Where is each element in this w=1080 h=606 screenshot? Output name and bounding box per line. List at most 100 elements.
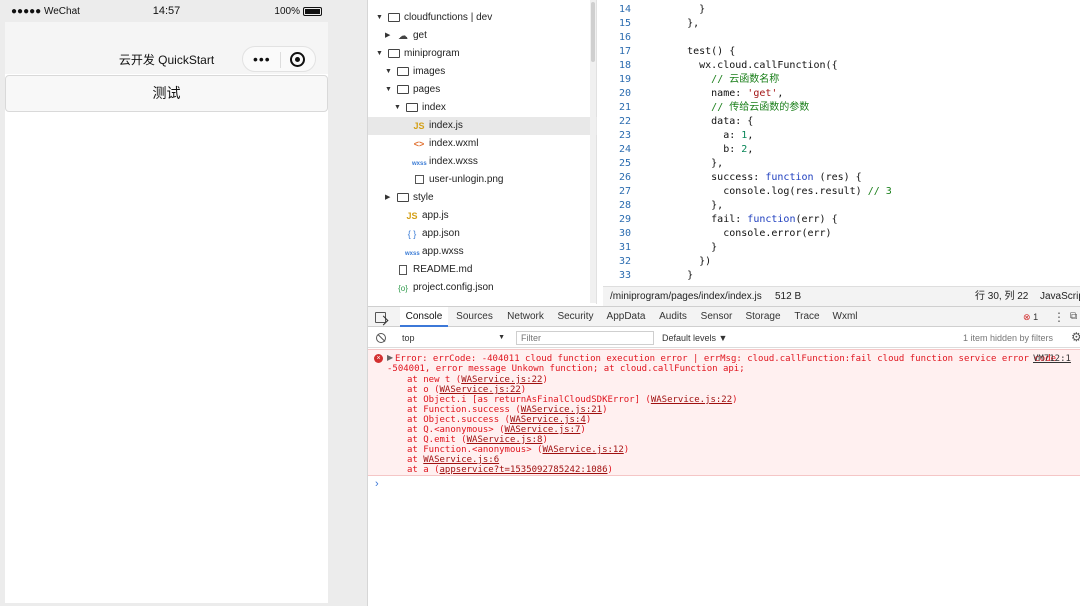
stack-frame-link[interactable]: WAService.js:21 (521, 405, 602, 415)
code-text: test() { (663, 45, 735, 59)
file-tree-item[interactable]: ▼ cloudfunctions | dev (368, 9, 597, 27)
inspect-element-icon[interactable] (375, 312, 386, 323)
file-tree-item[interactable]: ▶ style (368, 189, 597, 207)
code-text: a: 1, (663, 129, 753, 143)
cursor-position[interactable]: 行 30, 列 22 (975, 287, 1028, 306)
chevron-down-icon[interactable]: ▼ (394, 99, 402, 117)
test-button[interactable]: 测试 (5, 75, 328, 112)
tab-sensor[interactable]: Sensor (695, 307, 738, 327)
code-line[interactable]: 25 }, (603, 157, 1080, 171)
filter-input[interactable] (516, 331, 654, 345)
file-tree-item[interactable]: JS index.js (368, 117, 597, 135)
chevron-right-icon[interactable]: ▶ (385, 189, 393, 207)
folder-icon (396, 81, 410, 100)
error-source-link[interactable]: VM712:1 (1033, 354, 1071, 364)
code-line[interactable]: 31 } (603, 241, 1080, 255)
file-tree-item[interactable]: JS app.js (368, 207, 597, 225)
code-line[interactable]: 26 success: function (res) { (603, 171, 1080, 185)
stack-frame-link[interactable]: WAService.js:22 (651, 395, 732, 405)
gear-icon[interactable]: ⚙ (1071, 330, 1080, 344)
file-tree-item[interactable]: ▼ pages (368, 81, 597, 99)
kebab-menu-icon[interactable]: ⋮ (1053, 307, 1065, 327)
stack-frame-link[interactable]: WAService.js:4 (510, 415, 586, 425)
file-tree-item[interactable]: {o} project.config.json (368, 279, 597, 297)
stack-frame-link[interactable]: WAService.js:8 (467, 435, 543, 445)
tab-audits[interactable]: Audits (653, 307, 693, 327)
file-tree-item[interactable]: ▼ images (368, 63, 597, 81)
line-number: 33 (618, 270, 631, 281)
tab-security[interactable]: Security (552, 307, 599, 327)
code-line[interactable]: 21 // 传给云函数的参数 (603, 101, 1080, 115)
file-tree-item-label: index (422, 102, 446, 113)
dock-icon[interactable]: ⧉ (1070, 307, 1077, 327)
tab-storage[interactable]: Storage (740, 307, 786, 327)
tab-console[interactable]: Console (400, 307, 448, 327)
code-line[interactable]: 15 }, (603, 17, 1080, 31)
chevron-down-icon[interactable]: ▼ (376, 45, 384, 63)
file-tree-item[interactable]: wxss index.wxss (368, 153, 597, 171)
tab-appdata[interactable]: AppData (601, 307, 651, 327)
code-line[interactable]: 22 data: { (603, 115, 1080, 129)
file-tree-item[interactable]: wxss app.wxss (368, 243, 597, 261)
file-tree-item[interactable]: ▼ index (368, 99, 597, 117)
code-line[interactable]: 23 a: 1, (603, 129, 1080, 143)
file-tree-item[interactable]: user-unlogin.png (368, 171, 597, 189)
stack-frame: at a (appservice?t=1535092785242:1086) (407, 465, 613, 475)
code-line[interactable]: 16 (603, 31, 1080, 45)
file-tree-item[interactable]: { } app.json (368, 225, 597, 243)
stack-frame: at o (WAService.js:22) (407, 385, 526, 395)
tree-scrollbar-thumb[interactable] (591, 2, 595, 62)
chevron-down-icon[interactable]: ▼ (385, 63, 393, 81)
js-file-icon: JS (406, 211, 418, 221)
code-line[interactable]: 27 console.log(res.result) // 3 (603, 185, 1080, 199)
file-tree-item[interactable]: ▶ ☁ get (368, 27, 597, 45)
stack-frame-text: at Q.emit ( (407, 435, 467, 445)
close-target-icon[interactable] (290, 52, 305, 67)
tab-sources[interactable]: Sources (450, 307, 499, 327)
code-line[interactable]: 30 console.error(err) (603, 227, 1080, 241)
code-line[interactable]: 28 }, (603, 199, 1080, 213)
chevron-right-icon[interactable]: ▶ (385, 27, 393, 45)
chevron-down-icon[interactable]: ▼ (385, 81, 393, 99)
code-line[interactable]: 32 }) (603, 255, 1080, 269)
code-line[interactable]: 18 wx.cloud.callFunction({ (603, 59, 1080, 73)
code-line[interactable]: 29 fail: function(err) { (603, 213, 1080, 227)
stack-frame: at WAService.js:6 (407, 455, 499, 465)
code-token: }, (663, 158, 724, 169)
tab-wxml[interactable]: Wxml (828, 307, 862, 327)
stack-frame-link[interactable]: WAService.js:7 (505, 425, 581, 435)
log-levels-dropdown[interactable]: Default levels ▼ (662, 331, 727, 345)
code-line[interactable]: 14 } (603, 3, 1080, 17)
tree-scrollbar[interactable] (590, 0, 596, 303)
tab-network[interactable]: Network (501, 307, 550, 327)
more-icon[interactable]: ••• (253, 51, 271, 67)
file-tree-item-label: app.wxss (422, 246, 464, 257)
code-editor[interactable]: 14 } 15 }, 16 17 test() {18 wx.cloud.callFu… (603, 0, 1080, 286)
code-line[interactable]: 20 name: 'get', (603, 87, 1080, 101)
file-tree-item[interactable]: ▼ miniprogram (368, 45, 597, 63)
language-mode[interactable]: JavaScript (1040, 287, 1080, 306)
stack-frame-link[interactable]: WAService.js:22 (440, 385, 521, 395)
tab-trace[interactable]: Trace (788, 307, 826, 327)
line-number: 19 (618, 74, 631, 85)
error-counter[interactable]: ⊗ 1 (1023, 307, 1038, 327)
expand-triangle-icon[interactable]: ▶ (387, 353, 393, 362)
stack-frame-link[interactable]: WAService.js:6 (423, 455, 499, 465)
clear-console-icon[interactable] (376, 333, 386, 343)
code-text: }, (663, 199, 723, 213)
stack-frame-link[interactable]: WAService.js:12 (542, 445, 623, 455)
menu-capsule[interactable]: ••• (242, 46, 316, 72)
console-prompt[interactable]: › (375, 478, 379, 490)
file-size: 512 B (775, 291, 802, 302)
stack-frame-link[interactable]: WAService.js:22 (461, 375, 542, 385)
code-line[interactable]: 33 } (603, 269, 1080, 283)
code-line[interactable]: 19 // 云函数名称 (603, 73, 1080, 87)
file-tree-item[interactable]: <> index.wxml (368, 135, 597, 153)
code-line[interactable]: 17 test() { (603, 45, 1080, 59)
code-token: }, (663, 18, 700, 29)
chevron-down-icon[interactable]: ▼ (376, 9, 384, 27)
context-selector[interactable]: top ▼ (397, 331, 507, 345)
code-line[interactable]: 24 b: 2, (603, 143, 1080, 157)
file-tree-item[interactable]: README.md (368, 261, 597, 279)
stack-frame-link[interactable]: appservice?t=1535092785242:1086 (440, 465, 608, 475)
